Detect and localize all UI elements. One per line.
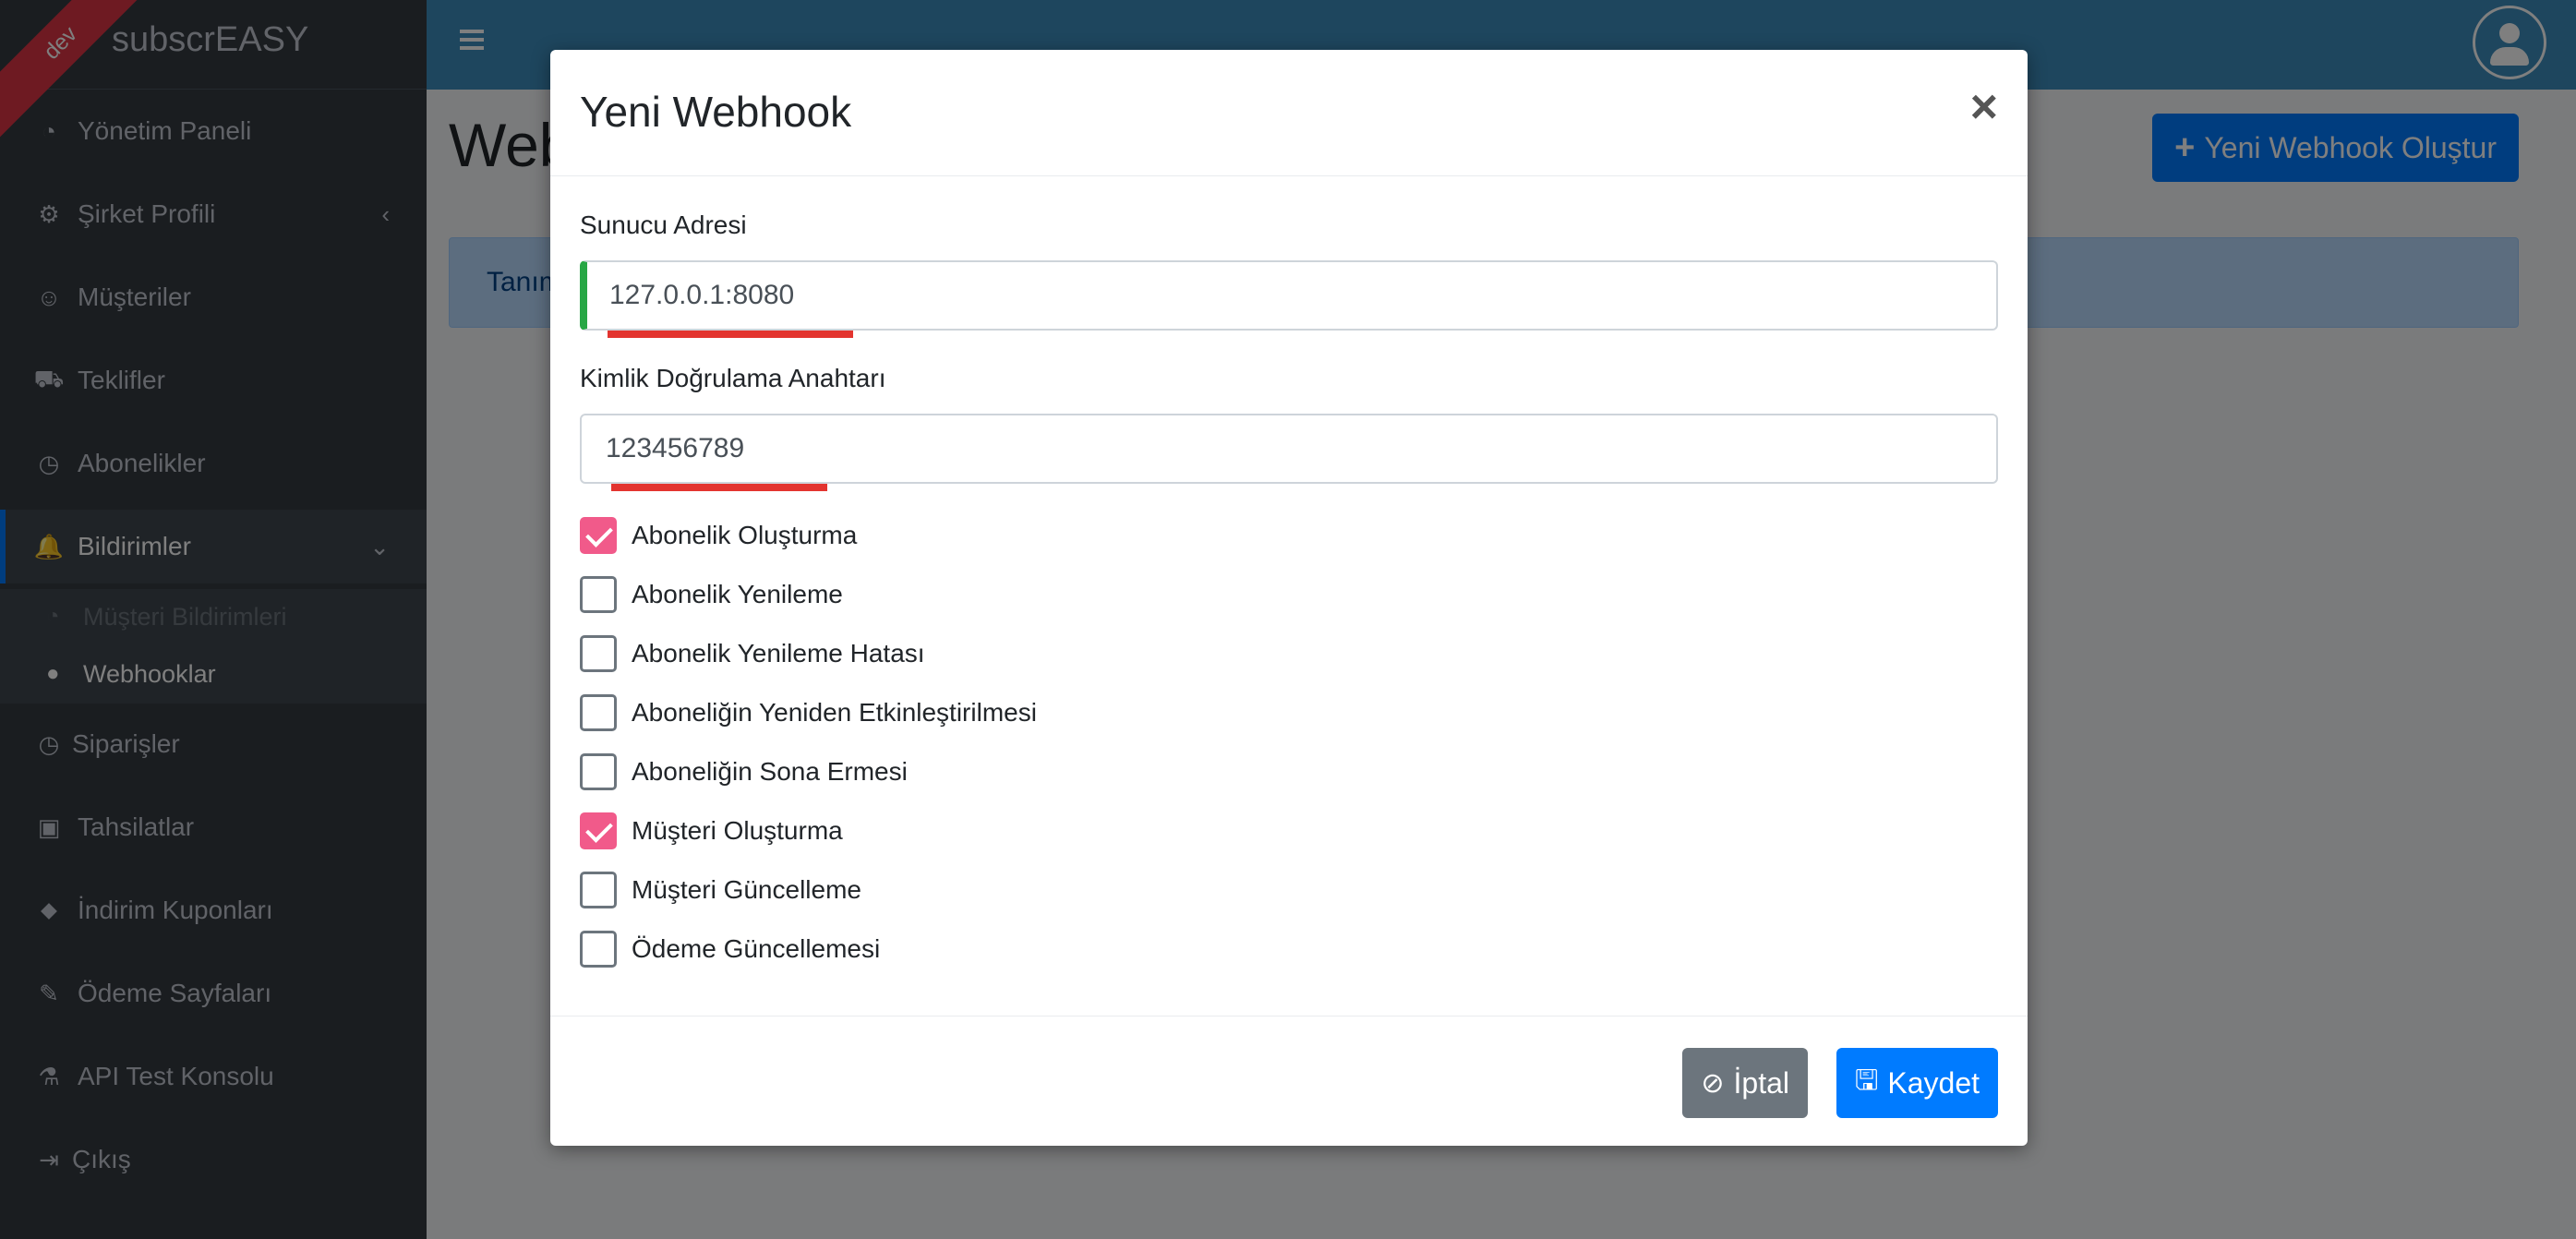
checkbox[interactable] <box>580 576 617 613</box>
modal-header: Yeni Webhook × <box>550 50 2028 176</box>
spellcheck-underline <box>608 331 853 338</box>
new-webhook-modal: Yeni Webhook × Sunucu Adresi 127.0.0.1:8… <box>550 50 2028 1146</box>
event-payment-updated[interactable]: Ödeme Güncellemesi <box>580 929 880 969</box>
event-customer-created[interactable]: Müşteri Oluşturma <box>580 811 843 851</box>
save-button[interactable]: 🖫 Kaydet <box>1836 1048 1998 1118</box>
server-address-label: Sunucu Adresi <box>580 211 747 239</box>
spellcheck-underline <box>611 484 827 491</box>
event-subscription-created[interactable]: Abonelik Oluşturma <box>580 515 857 556</box>
modal-footer: ⊘ İptal 🖫 Kaydet <box>550 1016 2028 1146</box>
event-subscription-reactivated[interactable]: Aboneliğin Yeniden Etkinleştirilmesi <box>580 692 1037 733</box>
auth-key-label: Kimlik Doğrulama Anahtarı <box>580 364 886 392</box>
event-customer-updated[interactable]: Müşteri Güncelleme <box>580 870 861 910</box>
checkbox-label: Abonelik Yenileme <box>632 580 843 608</box>
checkbox-label: Abonelik Oluşturma <box>632 521 858 549</box>
event-subscription-renewed[interactable]: Abonelik Yenileme <box>580 574 843 615</box>
checkbox[interactable] <box>580 812 617 849</box>
checkbox[interactable] <box>580 635 617 672</box>
save-label: Kaydet <box>1887 1065 1980 1100</box>
auth-key-input[interactable]: 123456789 <box>580 414 1998 484</box>
checkbox[interactable] <box>580 694 617 731</box>
checkbox-label: Aboneliğin Sona Ermesi <box>632 757 908 786</box>
server-address-input[interactable]: 127.0.0.1:8080 <box>580 260 1998 331</box>
ban-icon: ⊘ <box>1701 1067 1725 1099</box>
close-icon[interactable]: × <box>1970 83 1998 131</box>
checkbox[interactable] <box>580 517 617 554</box>
checkbox-label: Aboneliğin Yeniden Etkinleştirilmesi <box>632 698 1037 727</box>
checkbox-label: Müşteri Oluşturma <box>632 816 843 845</box>
cancel-label: İptal <box>1733 1065 1789 1100</box>
cancel-button[interactable]: ⊘ İptal <box>1682 1048 1808 1118</box>
floppy-icon: 🖫 <box>1854 1065 1879 1096</box>
checkbox-label: Abonelik Yenileme Hatası <box>632 639 925 668</box>
checkbox[interactable] <box>580 872 617 908</box>
modal-title: Yeni Webhook <box>580 88 852 136</box>
checkbox-label: Müşteri Güncelleme <box>632 875 861 904</box>
event-subscription-expired[interactable]: Aboneliğin Sona Ermesi <box>580 752 908 792</box>
checkbox-label: Ödeme Güncellemesi <box>632 934 881 963</box>
checkbox[interactable] <box>580 753 617 790</box>
event-subscription-renewal-failed[interactable]: Abonelik Yenileme Hatası <box>580 633 925 674</box>
checkbox[interactable] <box>580 931 617 968</box>
